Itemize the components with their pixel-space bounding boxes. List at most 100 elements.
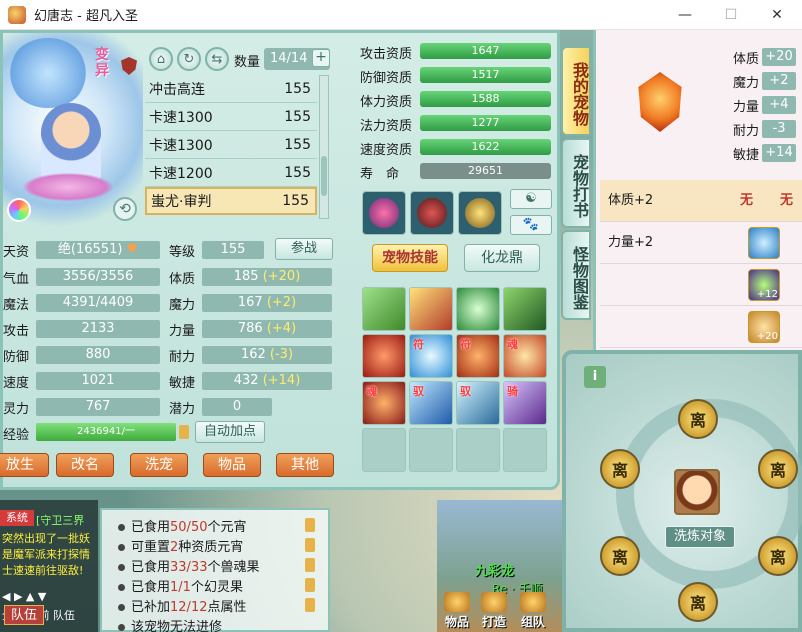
skill-slot-empty[interactable]	[362, 428, 406, 472]
equip-slot-armor[interactable]	[410, 191, 454, 235]
refine-attr-row[interactable]: +20	[600, 306, 802, 348]
tab-my-pets[interactable]: 我的宠物	[561, 46, 591, 136]
rotate-icon[interactable]: ⟲	[113, 197, 137, 221]
exp-label: 经验	[3, 428, 30, 443]
skill-slot[interactable]: 符	[409, 334, 453, 378]
refine-attr-row[interactable]: 体质+2 无 无	[600, 180, 802, 222]
swap-icon[interactable]: ⇆	[205, 47, 229, 71]
refine-slot[interactable]: 离	[678, 582, 718, 622]
skill-slot[interactable]: 魂	[503, 334, 547, 378]
lock-icon	[305, 578, 315, 592]
tab-pet-books[interactable]: 宠物打书	[561, 138, 591, 228]
info-item: 已食用33/33个兽魂果	[118, 556, 260, 575]
skill-slot[interactable]	[503, 287, 547, 331]
skill-slot[interactable]	[362, 287, 406, 331]
moli-bonus: (+2)	[266, 295, 297, 310]
minimize-button[interactable]: —	[662, 0, 708, 30]
inventory-button[interactable]: 物品	[440, 592, 474, 629]
speed-aptitude-bar: 1622	[420, 139, 551, 155]
level-value: 155	[202, 241, 264, 259]
scrollbar-thumb[interactable]	[321, 156, 327, 196]
pet-list-item[interactable]: 卡速1200 155	[145, 159, 317, 187]
release-pet-button[interactable]: 放生	[0, 453, 49, 477]
tab-hualong-ding[interactable]: 化龙鼎	[464, 244, 540, 272]
refine-attr-row[interactable]: +12	[600, 264, 802, 306]
battle-button[interactable]: 参战	[275, 238, 333, 260]
refine-slot[interactable]: 离	[600, 449, 640, 489]
pet-face-icon[interactable]	[674, 469, 720, 515]
qianli-value: 0	[202, 398, 272, 416]
refine-target-button[interactable]: 洗炼对象	[665, 526, 735, 548]
morph-label: 变异	[95, 47, 109, 79]
pet-list-item[interactable]: 冲击高连 155	[145, 75, 317, 103]
skill-slot[interactable]: 骑	[503, 381, 547, 425]
tab-monster-guide[interactable]: 怪物图鉴	[561, 230, 591, 320]
skill-tag: 驭	[460, 385, 471, 398]
home-icon[interactable]: ⌂	[149, 47, 173, 71]
color-wheel-button[interactable]	[7, 198, 31, 222]
refine-panel: i 离 离 离 离 离 离 洗炼对象	[562, 350, 802, 632]
bag-icon	[444, 592, 470, 612]
skill-slot-empty[interactable]	[456, 428, 500, 472]
auto-assign-button[interactable]: 自动加点	[195, 421, 265, 443]
right-stat-label: 敏捷	[733, 148, 760, 163]
pet-dragon-aura	[8, 38, 88, 108]
orb-icon[interactable]: +20	[748, 311, 780, 343]
skill-slot[interactable]: 魂	[362, 381, 406, 425]
attack-aptitude-bar: 1647	[420, 43, 551, 59]
pet-list-item-selected[interactable]: 蚩尤·审判 155	[145, 187, 317, 215]
refresh-icon[interactable]: ↻	[177, 47, 201, 71]
info-count: 12/12	[170, 600, 208, 615]
pet-list-item[interactable]: 卡速1300 155	[145, 131, 317, 159]
game-viewport: 变异 ⟲ ⌂ ↻ ⇆ 数量 14/14 + 冲击高连 155 卡速1300 155 …	[0, 30, 802, 632]
other-button[interactable]: 其他	[276, 453, 334, 477]
skill-slot[interactable]	[409, 287, 453, 331]
pet-list-scrollbar[interactable]	[319, 75, 329, 219]
gear-icon[interactable]	[748, 227, 780, 259]
chat-line: 是魔军派来打探情	[2, 548, 90, 561]
info-count: 50/50	[170, 520, 208, 535]
refine-attr-row[interactable]: 力量+2	[600, 222, 802, 264]
refine-slot[interactable]: 离	[600, 536, 640, 576]
chat-line: 士速速前往驱敌!	[2, 564, 84, 577]
minjie-value: 432 (+14)	[202, 372, 332, 390]
refine-slot[interactable]: 离	[758, 449, 798, 489]
pet-list: 冲击高连 155 卡速1300 155 卡速1300 155 卡速1200 155 蚩尤…	[145, 75, 317, 219]
info-button[interactable]: i	[584, 366, 606, 388]
pet-list-item[interactable]: 卡速1300 155	[145, 103, 317, 131]
liliang-bonus: (+4)	[266, 321, 297, 336]
close-button[interactable]: ✕	[754, 0, 800, 30]
team-up-button[interactable]: 组队	[516, 592, 550, 629]
items-button[interactable]: 物品	[203, 453, 261, 477]
skill-slot[interactable]: 驭	[456, 381, 500, 425]
rename-button[interactable]: 改名	[56, 453, 114, 477]
skill-slot[interactable]	[456, 287, 500, 331]
team-button[interactable]: 队伍	[4, 605, 44, 625]
add-pet-button[interactable]: +	[312, 49, 330, 67]
skill-slot-empty[interactable]	[503, 428, 547, 472]
tizhi-text: 185	[233, 269, 259, 284]
fangyu-label: 防御	[3, 350, 30, 365]
boot-icon[interactable]: +12	[748, 269, 780, 301]
info-text: 可重置	[131, 540, 171, 555]
liliang-label: 力量	[169, 324, 196, 339]
pet-level: 155	[284, 80, 311, 97]
equip-slot-necklace[interactable]	[362, 191, 406, 235]
skill-slot-empty[interactable]	[409, 428, 453, 472]
wash-pet-button[interactable]: 洗宠	[130, 453, 188, 477]
forge-button[interactable]: 打造	[477, 592, 511, 629]
skill-slot[interactable]: 符	[456, 334, 500, 378]
stamina-aptitude-label: 体力资质	[360, 95, 413, 110]
right-stat-value: +2	[762, 72, 796, 90]
paw-button[interactable]: 🐾	[510, 215, 552, 235]
mofa-label: 魔法	[3, 298, 30, 313]
maximize-button[interactable]: ☐	[708, 0, 754, 30]
tab-pet-skills[interactable]: 宠物技能	[372, 244, 448, 272]
skill-slot[interactable]	[362, 334, 406, 378]
skill-slot[interactable]: 驭	[409, 381, 453, 425]
equip-slot-amulet[interactable]	[458, 191, 502, 235]
refine-slot[interactable]: 离	[678, 399, 718, 439]
yin-yang-button[interactable]: ☯	[510, 189, 552, 209]
chat-scroll-controls[interactable]: ◀ ▶ ▲ ▼	[2, 590, 46, 603]
refine-slot[interactable]: 离	[758, 536, 798, 576]
